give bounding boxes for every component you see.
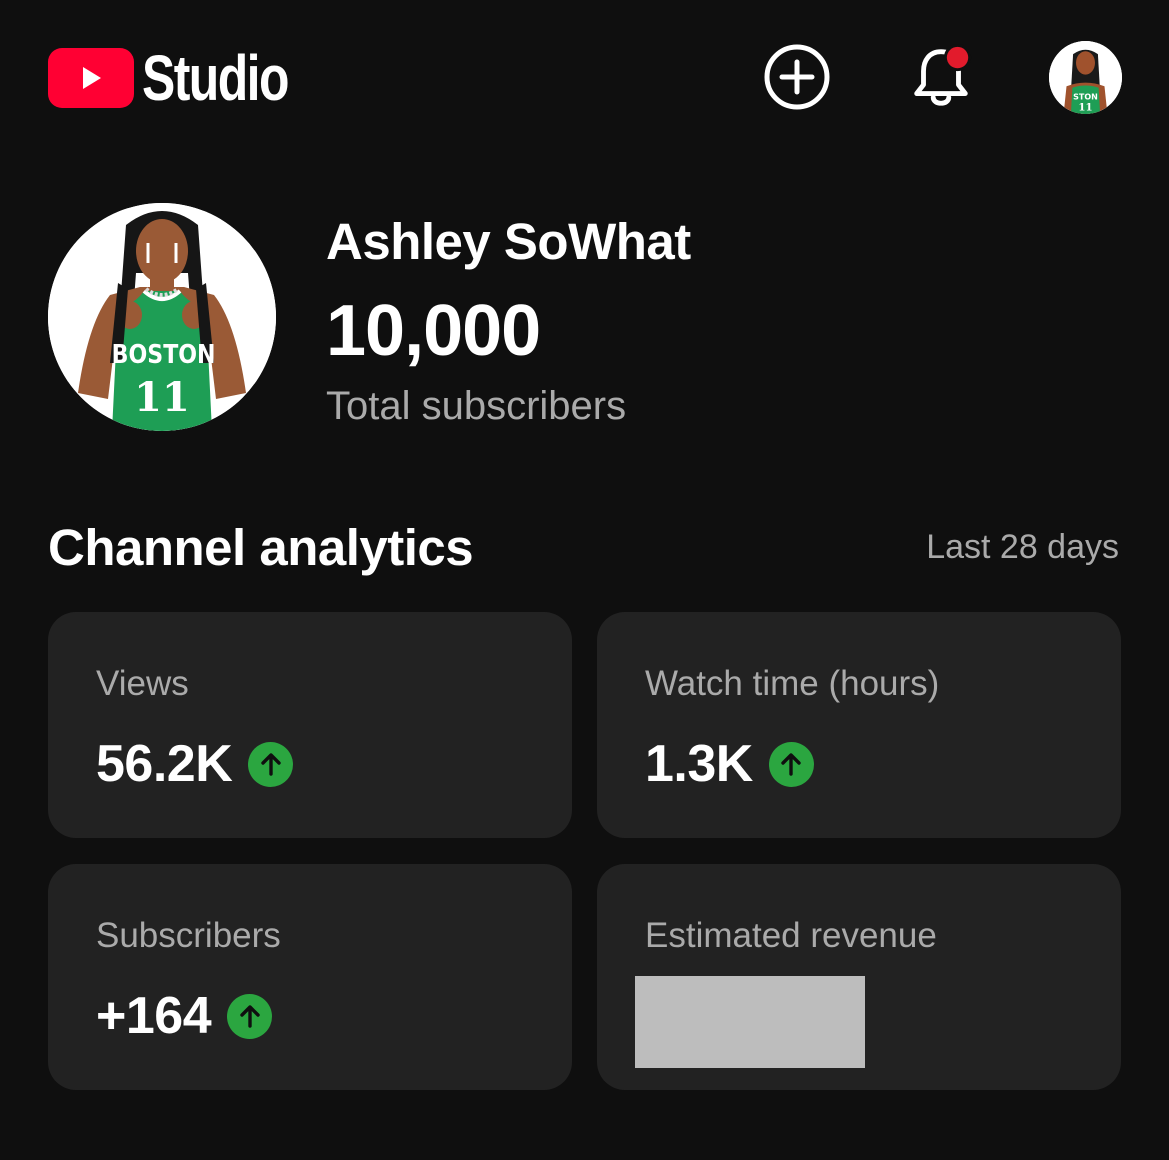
subscribers-value-row: +164 bbox=[96, 986, 273, 1046]
estimated-revenue-card[interactable]: Estimated revenue bbox=[597, 864, 1121, 1090]
svg-text:STON: STON bbox=[1073, 92, 1098, 101]
channel-avatar[interactable]: BOSTON 11 bbox=[48, 203, 276, 431]
svg-text:11: 11 bbox=[134, 374, 190, 421]
avatar-illustration-icon: STON 11 bbox=[1049, 41, 1122, 114]
account-avatar[interactable]: STON 11 bbox=[1049, 41, 1122, 114]
views-label: Views bbox=[96, 664, 189, 703]
logo-text: Studio bbox=[142, 42, 289, 114]
youtube-play-icon bbox=[48, 48, 134, 108]
views-value: 56.2K bbox=[96, 735, 233, 793]
subscribers-card[interactable]: Subscribers +164 bbox=[48, 864, 572, 1090]
create-button[interactable] bbox=[762, 42, 832, 112]
subscribers-value: +164 bbox=[96, 987, 212, 1045]
watch-time-card[interactable]: Watch time (hours) 1.3K bbox=[597, 612, 1121, 838]
trend-up-icon bbox=[227, 993, 273, 1039]
estimated-revenue-label: Estimated revenue bbox=[645, 916, 937, 955]
analytics-period: Last 28 days bbox=[926, 528, 1119, 566]
notifications-button[interactable] bbox=[906, 42, 976, 112]
trend-up-icon bbox=[248, 741, 294, 787]
subscribers-label: Subscribers bbox=[96, 916, 281, 955]
create-plus-icon bbox=[764, 44, 830, 110]
channel-analytics-title: Channel analytics bbox=[48, 519, 474, 576]
top-app-bar: Studio STON 11 bbox=[0, 0, 1169, 150]
views-value-row: 56.2K bbox=[96, 734, 294, 794]
views-card[interactable]: Views 56.2K bbox=[48, 612, 572, 838]
watch-time-label: Watch time (hours) bbox=[645, 664, 940, 703]
watch-time-value: 1.3K bbox=[645, 735, 753, 793]
bell-icon bbox=[914, 43, 972, 106]
trend-up-icon bbox=[768, 741, 814, 787]
channel-name: Ashley SoWhat bbox=[326, 213, 691, 270]
total-subscribers-count: 10,000 bbox=[326, 291, 541, 371]
svg-text:11: 11 bbox=[1078, 101, 1092, 113]
channel-avatar-illustration-icon: BOSTON 11 bbox=[48, 203, 276, 431]
studio-logo[interactable]: Studio bbox=[48, 46, 329, 110]
watch-time-value-row: 1.3K bbox=[645, 734, 814, 794]
total-subscribers-label: Total subscribers bbox=[326, 384, 627, 428]
redacted-revenue-value bbox=[635, 976, 865, 1068]
svg-text:BOSTON: BOSTON bbox=[112, 339, 216, 369]
studio-dashboard: Studio STON 11 BOSTON 11 Ashley SoWhat 1… bbox=[0, 0, 1169, 1160]
